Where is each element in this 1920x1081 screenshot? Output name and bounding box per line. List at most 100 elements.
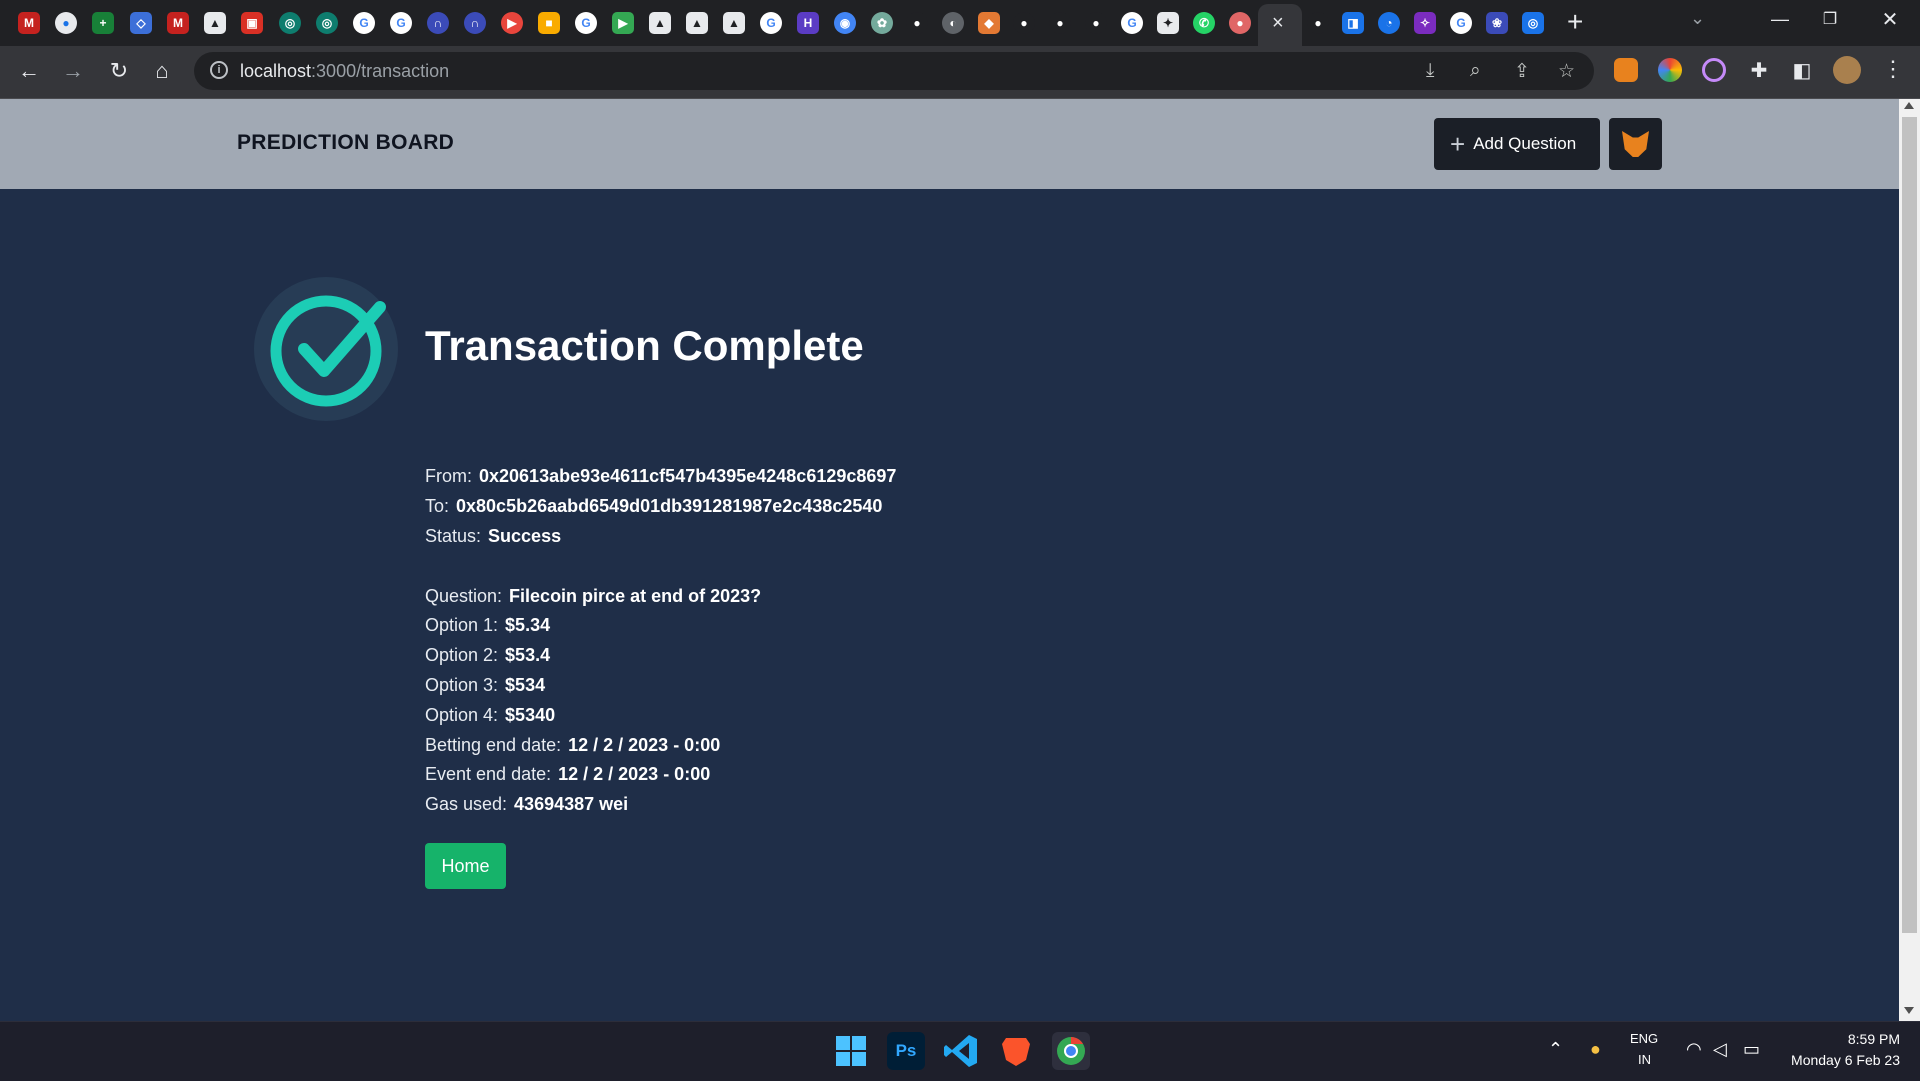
event-end-value: 12 / 2 / 2023 - 0:00 [558, 764, 711, 784]
google-tab-icon[interactable]: G [1121, 12, 1143, 34]
file-tab-icon[interactable]: ▲ [686, 12, 708, 34]
gas-used-value: 43694387 wei [514, 794, 629, 814]
window-restore-button[interactable]: ❐ [1805, 0, 1855, 40]
to-row: To: 0x80c5b26aabd6549d01db391281987e2c438… [425, 496, 882, 517]
tab-icon[interactable]: ■ [538, 12, 560, 34]
clock-time[interactable]: 8:59 PM [1780, 1031, 1900, 1047]
tab-icon[interactable]: ◨ [1342, 12, 1364, 34]
google-tab-icon[interactable]: G [760, 12, 782, 34]
file-tab-icon[interactable]: ▲ [204, 12, 226, 34]
tab-icon[interactable]: H [797, 12, 819, 34]
brand-title[interactable]: PREDICTION BOARD [237, 131, 454, 155]
new-tab-button[interactable]: + [1567, 6, 1583, 38]
page-title: Transaction Complete [425, 322, 864, 369]
question-label: Question: [425, 586, 503, 606]
forward-arrow-icon[interactable]: → [58, 56, 88, 86]
volume-icon[interactable]: ◁ [1713, 1039, 1727, 1060]
brave-browser-icon[interactable] [997, 1032, 1035, 1070]
metamask-extension-icon[interactable] [1614, 58, 1638, 82]
github-tab-icon[interactable]: ● [1049, 12, 1071, 34]
github-tab-icon[interactable]: ● [906, 12, 928, 34]
tab-icon[interactable]: ❀ [1486, 12, 1508, 34]
wallet-connect-button[interactable] [1609, 118, 1662, 170]
tab-icon[interactable]: ◇ [130, 12, 152, 34]
youtube-tab-icon[interactable]: ▶ [501, 12, 523, 34]
close-tab-icon[interactable]: × [1272, 12, 1284, 35]
tab-icon[interactable]: ◔ [1378, 12, 1400, 34]
google-tab-icon[interactable]: G [390, 12, 412, 34]
gmail-tab-icon[interactable]: M [18, 12, 40, 34]
scrollbar-thumb[interactable] [1902, 117, 1917, 933]
home-button[interactable]: Home [425, 843, 506, 889]
share-icon[interactable]: ⇪ [1514, 60, 1530, 83]
color-extension-icon[interactable] [1658, 58, 1682, 82]
windows-start-icon[interactable] [832, 1032, 870, 1070]
address-bar[interactable]: i localhost:3000/transaction ⤓ ⌕ ⇪ ☆ [194, 52, 1594, 90]
tab-icon[interactable]: ◉ [834, 12, 856, 34]
scroll-up-arrow-icon[interactable] [1904, 102, 1914, 109]
tab-icon[interactable]: ● [1229, 12, 1251, 34]
clock-date[interactable]: Monday 6 Feb 23 [1770, 1052, 1900, 1068]
google-tab-icon[interactable]: G [353, 12, 375, 34]
status-label: Status: [425, 526, 482, 546]
tab-icon[interactable]: ◎ [1522, 12, 1544, 34]
github-tab-icon[interactable]: ● [1013, 12, 1035, 34]
url-text[interactable]: localhost:3000/transaction [240, 61, 449, 82]
google-tab-icon[interactable]: G [1450, 12, 1472, 34]
bookmark-star-icon[interactable]: ☆ [1558, 60, 1575, 83]
chatgpt-tab-icon[interactable]: ✿ [871, 12, 893, 34]
back-arrow-icon[interactable]: ← [14, 56, 44, 86]
photoshop-icon[interactable]: Ps [887, 1032, 925, 1070]
scroll-down-arrow-icon[interactable] [1904, 1007, 1914, 1014]
install-icon[interactable]: ⤓ [1426, 60, 1434, 82]
reload-icon[interactable]: ↻ [104, 56, 134, 86]
file-tab-icon[interactable]: ▲ [723, 12, 745, 34]
tab-icon[interactable]: ∩ [464, 12, 486, 34]
extensions-puzzle-icon[interactable]: ✚ [1744, 56, 1774, 86]
gmail-tab-icon[interactable]: M [167, 12, 189, 34]
language-region[interactable]: IN [1638, 1052, 1651, 1067]
zoom-icon[interactable]: ⌕ [1470, 60, 1481, 82]
profile-avatar[interactable] [1833, 56, 1861, 84]
side-panel-icon[interactable]: ◧ [1787, 56, 1817, 86]
language-indicator[interactable]: ENG [1630, 1031, 1658, 1046]
tab-icon[interactable]: ✦ [1157, 12, 1179, 34]
site-info-icon[interactable]: i [210, 61, 228, 79]
microphone-icon[interactable]: ● [1590, 1039, 1601, 1060]
add-question-button[interactable]: + Add Question [1434, 118, 1600, 170]
tray-chevron-up-icon[interactable]: ⌃ [1548, 1039, 1563, 1060]
option-3-row: Option 3: $534 [425, 675, 545, 696]
extension-icon[interactable] [1702, 58, 1726, 82]
url-path: :3000/transaction [311, 61, 450, 81]
google-tab-icon[interactable]: G [575, 12, 597, 34]
tab-icon[interactable]: ◎ [279, 12, 301, 34]
play-tab-icon[interactable]: ▶ [612, 12, 634, 34]
tab-icon[interactable]: ▣ [241, 12, 263, 34]
chrome-icon[interactable] [1052, 1032, 1090, 1070]
vscode-icon[interactable] [942, 1032, 980, 1070]
tab-icon[interactable]: ● [55, 12, 77, 34]
active-tab[interactable]: × [1258, 4, 1302, 46]
tab-icon[interactable]: ✧ [1414, 12, 1436, 34]
transaction-page: Transaction Complete From: 0x20613abe93e4… [0, 189, 1899, 1021]
file-tab-icon[interactable]: ▲ [649, 12, 671, 34]
window-minimize-button[interactable]: — [1755, 0, 1805, 40]
menu-kebab-icon[interactable]: ⋮ [1882, 56, 1904, 82]
tab-icon[interactable]: ◐ [942, 12, 964, 34]
page-scrollbar[interactable] [1899, 99, 1920, 1021]
app-header: PREDICTION BOARD + Add Question [0, 99, 1899, 189]
betting-end-label: Betting end date: [425, 735, 562, 755]
tab-icon[interactable]: ◆ [978, 12, 1000, 34]
tab-icon[interactable]: ● [1307, 12, 1329, 34]
window-close-button[interactable]: ✕ [1865, 0, 1915, 40]
whatsapp-tab-icon[interactable]: ✆ [1193, 12, 1215, 34]
home-icon[interactable]: ⌂ [147, 56, 177, 86]
tab-icon[interactable]: ∩ [427, 12, 449, 34]
github-tab-icon[interactable]: ● [1085, 12, 1107, 34]
sheets-tab-icon[interactable]: + [92, 12, 114, 34]
wifi-icon[interactable]: ◠ [1686, 1039, 1702, 1060]
browser-toolbar: ← → ↻ ⌂ i localhost:3000/transaction ⤓ ⌕… [0, 46, 1920, 99]
battery-icon[interactable]: ▭ [1743, 1039, 1760, 1060]
tab-icon[interactable]: ◎ [316, 12, 338, 34]
tab-search-chevron-icon[interactable]: ⌄ [1690, 8, 1705, 29]
